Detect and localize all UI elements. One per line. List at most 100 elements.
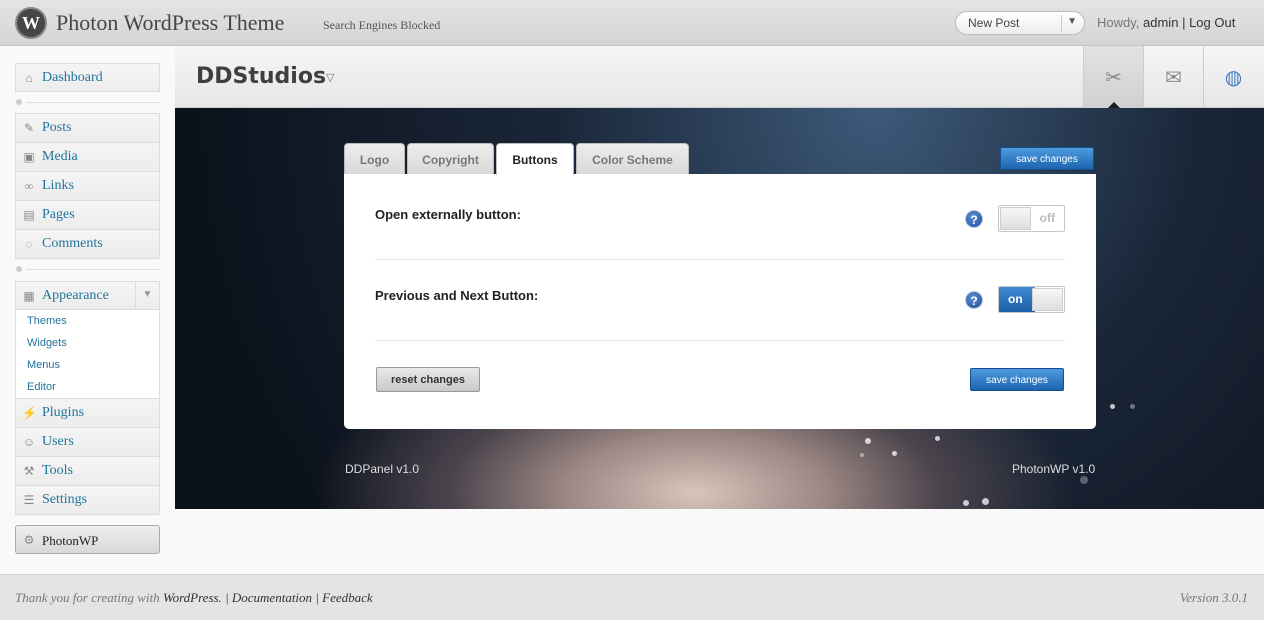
sparkle [1130, 404, 1135, 409]
separator-dot [16, 99, 22, 105]
divider [375, 259, 1065, 260]
panel-title[interactable]: DDStudios [196, 64, 326, 89]
toggle-knob [1000, 207, 1031, 230]
sidebar-item-posts[interactable]: ✎ Posts [15, 113, 160, 143]
username-link[interactable]: admin [1143, 15, 1178, 30]
gear-icon: ⚙ [23, 533, 35, 547]
sidebar-item-appearance: ▦ Appearance ▼ Themes Widgets Menus Edit… [15, 281, 160, 399]
settings-card: Open externally button: ? off Previous a… [344, 174, 1096, 429]
sidebar-item-media[interactable]: ▣ Media [15, 142, 160, 172]
appearance-header[interactable]: ▦ Appearance ▼ [16, 282, 159, 310]
open-externally-toggle[interactable]: off [998, 205, 1065, 232]
site-title[interactable]: Photon WordPress Theme [56, 10, 284, 36]
sparkle [892, 451, 897, 456]
admin-footer: Thank you for creating with WordPress. |… [0, 574, 1264, 620]
users-icon: ☺ [22, 435, 36, 449]
pin-icon: ✎ [23, 121, 35, 135]
sidebar-item-label: PhotonWP [42, 533, 99, 548]
reset-changes-button[interactable]: reset changes [376, 367, 480, 392]
settings-icon: ☰ [23, 493, 35, 507]
sidebar-item-label: Tools [42, 463, 73, 478]
footer-credits: Thank you for creating with WordPress. |… [15, 590, 373, 606]
toggle-knob [1032, 288, 1063, 311]
privacy-notice[interactable]: Search Engines Blocked [323, 18, 440, 33]
help-icon[interactable]: ? [965, 291, 983, 309]
menu-separator [26, 269, 160, 270]
submenu-item-widgets[interactable]: Widgets [27, 337, 67, 349]
admin-header: W Photon WordPress Theme Search Engines … [0, 0, 1264, 46]
tab-logo[interactable]: Logo [344, 143, 405, 174]
pages-icon: ▤ [23, 208, 35, 222]
sidebar-item-plugins[interactable]: ⚡ Plugins [15, 398, 160, 428]
sidebar-item-label: Media [42, 149, 78, 164]
sparkle [982, 498, 989, 505]
sidebar-item-users[interactable]: ☺ Users [15, 427, 160, 457]
sidebar-item-label: Comments [42, 236, 103, 251]
help-icon[interactable]: ? [965, 210, 983, 228]
mail-icon[interactable]: ✉ [1143, 46, 1203, 108]
documentation-link[interactable]: Documentation [232, 590, 312, 605]
sidebar-item-label: Settings [42, 492, 88, 507]
sidebar-item-label: Pages [42, 207, 75, 222]
submenu-toggle-icon[interactable]: ▼ [135, 282, 159, 309]
chevron-down-icon[interactable]: ▽ [326, 71, 334, 84]
globe-icon[interactable]: ◍ [1203, 46, 1263, 108]
appearance-icon: ▦ [23, 289, 35, 303]
tools-icon: ⚒ [23, 464, 35, 478]
divider [375, 340, 1065, 341]
tab-color-scheme[interactable]: Color Scheme [576, 143, 689, 174]
option-label-prev-next: Previous and Next Button: [375, 288, 539, 303]
sidebar-item-links[interactable]: ∞ Links [15, 171, 160, 201]
howdy-text: Howdy, [1097, 15, 1140, 30]
sidebar-item-settings[interactable]: ☰ Settings [15, 485, 160, 515]
save-changes-button[interactable]: save changes [970, 368, 1064, 391]
chevron-down-icon[interactable]: ▼ [1067, 16, 1077, 27]
submenu-item-menus[interactable]: Menus [27, 359, 60, 371]
sparkle [963, 500, 969, 506]
footer-thanks: Thank you for creating with [15, 590, 160, 605]
submenu-item-themes[interactable]: Themes [27, 315, 67, 327]
sparkle [935, 436, 940, 441]
home-icon: ⌂ [25, 71, 33, 85]
feedback-link[interactable]: Feedback [322, 590, 373, 605]
sidebar-item-photonwp[interactable]: ⚙ PhotonWP [15, 525, 160, 554]
ddpanel-version: DDPanel v1.0 [345, 462, 420, 476]
sidebar-item-comments[interactable]: ◌ Comments [15, 229, 160, 259]
wordpress-link[interactable]: WordPress. [163, 590, 222, 605]
submenu-item-editor[interactable]: Editor [27, 381, 56, 393]
tab-copyright[interactable]: Copyright [407, 143, 494, 174]
tab-buttons[interactable]: Buttons [496, 143, 574, 175]
tools-icon[interactable]: ✂ [1083, 46, 1143, 108]
option-label-open-externally: Open externally button: [375, 207, 521, 222]
version-text: Version 3.0.1 [1179, 590, 1248, 605]
new-post-label[interactable]: New Post [968, 16, 1019, 30]
ddpanel-header: DDStudios ▽ ✂ ✉ ◍ [175, 46, 1264, 108]
separator: | [1182, 15, 1186, 30]
wordpress-logo-icon[interactable]: W [15, 7, 47, 39]
menu-separator [26, 102, 160, 103]
logout-link[interactable]: Log Out [1189, 15, 1235, 30]
sidebar-item-label: Posts [42, 120, 72, 135]
separator: | [225, 590, 229, 605]
separator-dot [16, 266, 22, 272]
sparkle [1080, 476, 1088, 484]
media-icon: ▣ [23, 150, 35, 164]
sidebar-item-label: Links [42, 178, 74, 193]
save-changes-button-top[interactable]: save changes [1000, 147, 1094, 170]
favorite-actions-dropdown[interactable]: New Post ▼ [955, 11, 1085, 35]
toggle-state: on [1008, 292, 1023, 306]
sidebar-item-tools[interactable]: ⚒ Tools [15, 456, 160, 486]
dropdown-divider [1061, 15, 1062, 32]
sidebar-item-pages[interactable]: ▤ Pages [15, 200, 160, 230]
sidebar-item-label: Dashboard [42, 70, 103, 85]
user-info: Howdy, admin | Log Out [1097, 15, 1235, 30]
sidebar-item-dashboard[interactable]: ⌂ Dashboard [15, 63, 160, 92]
toggle-state: off [1039, 211, 1055, 225]
separator: | [315, 590, 319, 605]
sparkle [865, 438, 871, 444]
sparkle [860, 453, 864, 457]
plug-icon: ⚡ [22, 406, 37, 420]
comment-icon: ◌ [25, 237, 33, 251]
sidebar-item-label: Users [42, 434, 74, 449]
prev-next-toggle[interactable]: on [998, 286, 1065, 313]
